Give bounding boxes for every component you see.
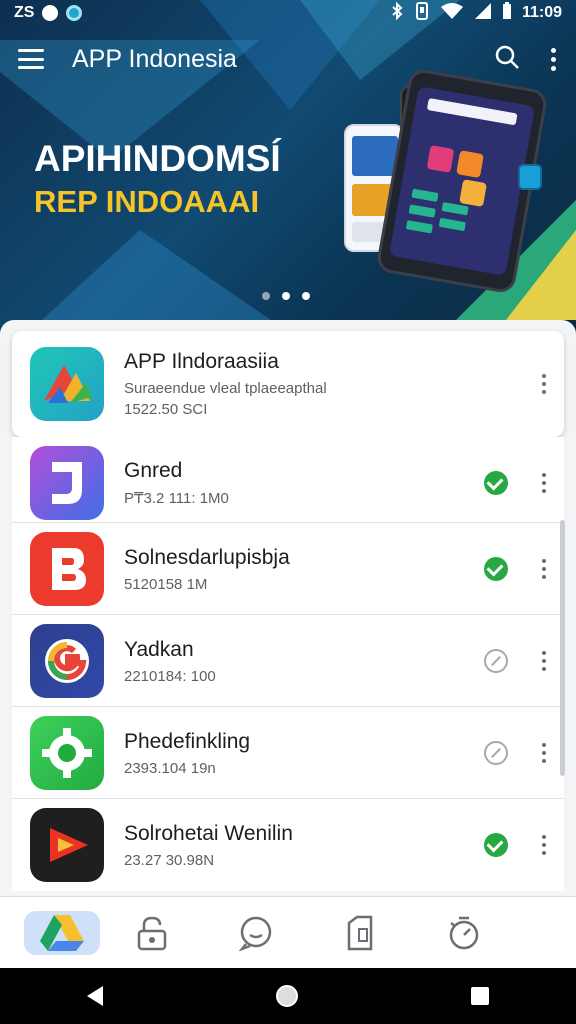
- app-size: 23.27 30.98N: [124, 851, 215, 869]
- more-options-icon[interactable]: [542, 651, 546, 671]
- pending-status-icon[interactable]: [484, 741, 508, 765]
- carousel-dot-active[interactable]: [302, 292, 310, 300]
- app-size: P₸3.2 111: 1M0: [124, 490, 229, 507]
- app-size: 2393.104 19n: [124, 759, 216, 777]
- clock: 11:09: [521, 4, 562, 21]
- carousel-dot[interactable]: [282, 292, 290, 300]
- nav-lock[interactable]: [100, 905, 204, 961]
- app-description: Suraeendue vleal tplaeeapthal: [124, 380, 327, 397]
- lock-icon: [137, 916, 167, 950]
- more-options-icon[interactable]: [542, 743, 546, 763]
- back-button[interactable]: [86, 986, 103, 1006]
- recent-apps-button[interactable]: [471, 987, 490, 1005]
- app-name: Solnesdarlupisbja: [124, 545, 290, 569]
- more-options-icon[interactable]: [542, 473, 546, 493]
- chat-icon: [238, 916, 272, 951]
- app-name: Gnred: [124, 459, 183, 482]
- red-b-icon: [30, 532, 104, 606]
- system-navigation-bar: [0, 968, 576, 1024]
- app-bar: APP Indonesia: [0, 36, 576, 82]
- document-icon: [347, 915, 373, 950]
- nav-chat[interactable]: [204, 905, 308, 961]
- scrollbar[interactable]: [560, 520, 565, 776]
- installed-check-icon[interactable]: [484, 557, 508, 581]
- green-gear-icon: [30, 716, 104, 790]
- carousel-indicator[interactable]: [262, 292, 310, 300]
- signal-icon: [474, 2, 492, 25]
- battery-icon: [502, 1, 512, 25]
- app-size: 1522.50 SCI: [124, 401, 208, 418]
- nav-drive[interactable]: [24, 910, 100, 955]
- overflow-menu-icon[interactable]: [548, 47, 558, 71]
- list-item[interactable]: Gnred P₸3.2 111: 1M0: [12, 437, 564, 529]
- banner-subheadline: REP INDOAAAI: [34, 184, 260, 219]
- more-options-icon[interactable]: [542, 559, 546, 579]
- more-options-icon[interactable]: [542, 835, 546, 855]
- more-options-icon[interactable]: [542, 374, 546, 394]
- status-bar: ZS 11:09: [0, 0, 576, 26]
- home-button[interactable]: [275, 985, 298, 1007]
- youtube-play-icon: [30, 808, 104, 882]
- pending-status-icon[interactable]: [484, 649, 508, 673]
- lock-icon: [518, 164, 542, 190]
- app-title: APP Indonesia: [72, 44, 237, 73]
- list-item[interactable]: Solnesdarlupisbja 5120158 1M: [12, 523, 564, 615]
- installed-check-icon[interactable]: [484, 833, 508, 857]
- search-icon[interactable]: [494, 44, 520, 75]
- google-g-icon: [30, 624, 104, 698]
- bluetooth-icon: [390, 1, 404, 25]
- list-item[interactable]: APP Ilndoraasiia Suraeendue vleal tplaee…: [12, 331, 564, 437]
- nav-timer[interactable]: [412, 905, 516, 961]
- notification-icon: [42, 5, 59, 21]
- drive-icon: [40, 914, 84, 951]
- app-notification-icon: [66, 5, 83, 21]
- list-item[interactable]: Yadkan 2210184: 100: [12, 615, 564, 707]
- banner-headline: APIHINDOMSÍ: [34, 138, 281, 179]
- list-item[interactable]: Solrohetai Wenilin 23.27 30.98N: [12, 799, 564, 891]
- timer-icon: [449, 916, 479, 949]
- app-name: Solrohetai Wenilin: [124, 821, 293, 845]
- status-text: ZS: [14, 4, 35, 21]
- vibrate-icon: [414, 1, 430, 25]
- wifi-icon: [440, 2, 464, 25]
- purple-j-icon: [30, 446, 104, 520]
- installed-check-icon[interactable]: [484, 471, 508, 495]
- app-size: 2210184: 100: [124, 667, 216, 685]
- carousel-dot[interactable]: [262, 292, 270, 300]
- multicolor-a-icon: [30, 347, 104, 421]
- app-name: Phedefinkling: [124, 729, 251, 753]
- app-size: 5120158 1M: [124, 575, 208, 593]
- app-name: APP Ilndoraasiia: [124, 350, 279, 373]
- list-item[interactable]: Phedefinkling 2393.104 19n: [12, 707, 564, 799]
- bottom-navigation: [0, 896, 576, 968]
- menu-icon[interactable]: [18, 49, 44, 69]
- nav-document[interactable]: [308, 905, 412, 961]
- app-name: Yadkan: [124, 637, 194, 661]
